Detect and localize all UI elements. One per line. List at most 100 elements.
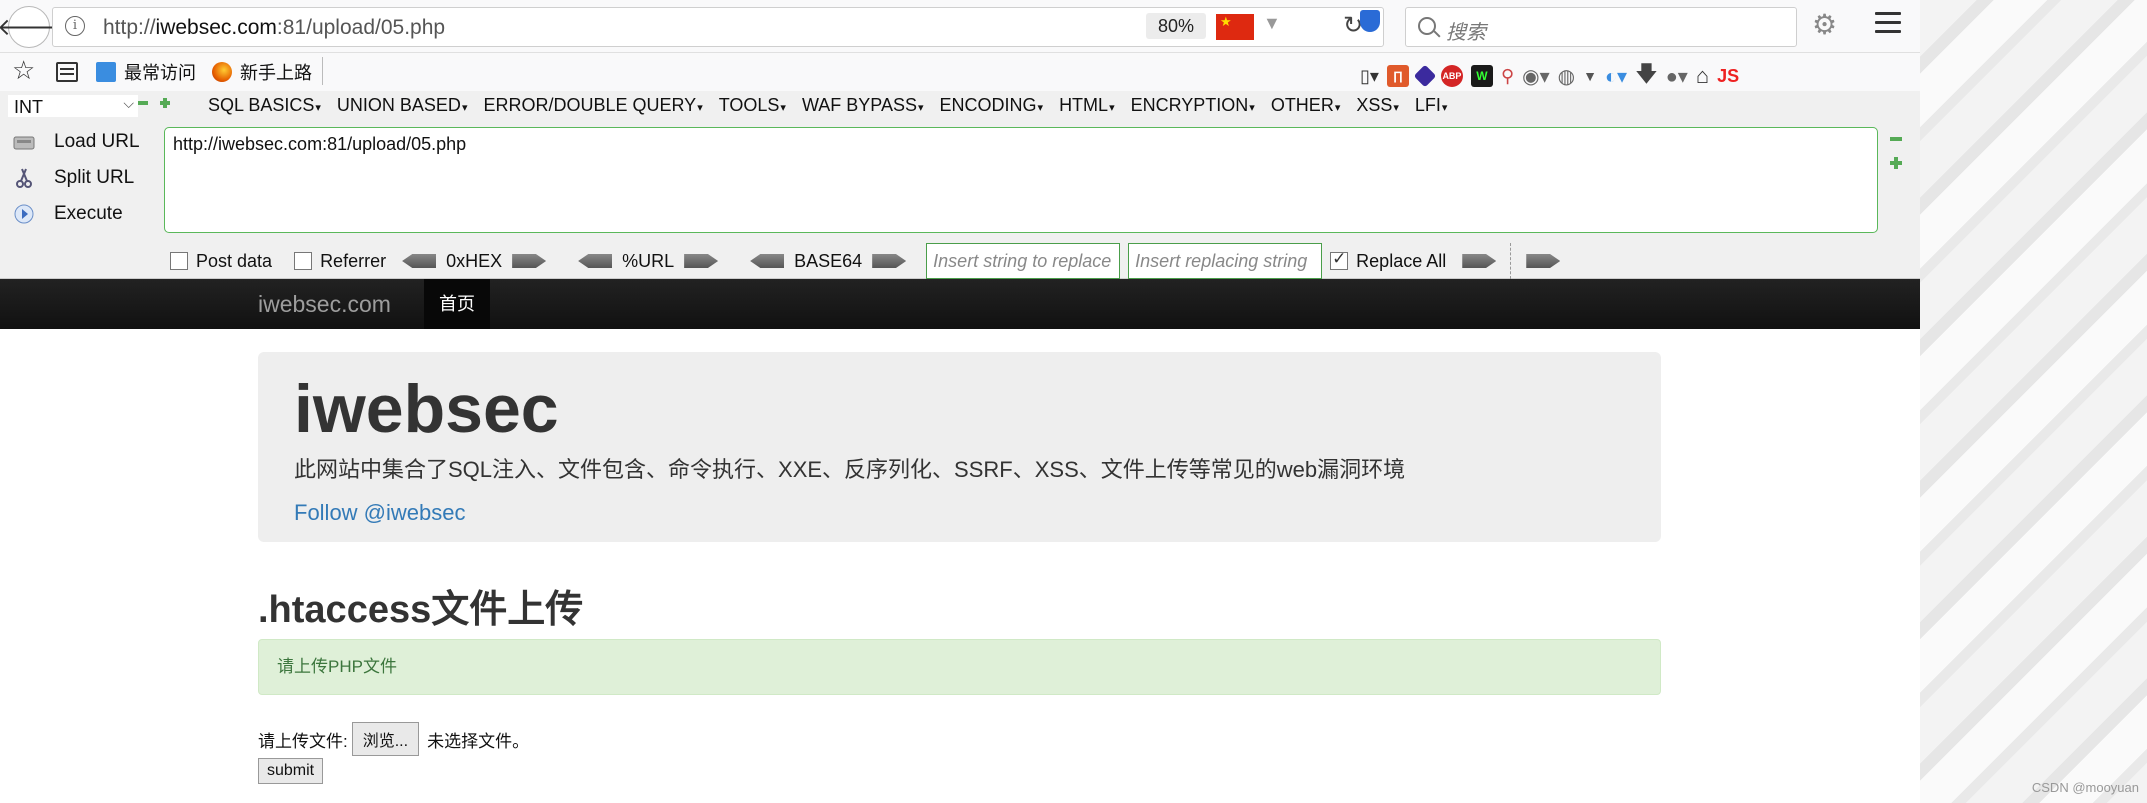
- browser-window: 🡐 i http://iwebsec.com:81/upload/05.php …: [0, 0, 1920, 803]
- type-select[interactable]: INT ⌵: [8, 95, 138, 117]
- download-icon[interactable]: 🡇: [1635, 57, 1658, 95]
- menu-xss[interactable]: XSS: [1356, 95, 1399, 116]
- menu-lfi[interactable]: LFI: [1415, 95, 1448, 116]
- split-url-button[interactable]: Split URL: [12, 167, 134, 189]
- referrer-label: Referrer: [320, 250, 387, 271]
- site-description: 此网站中集合了SQL注入、文件包含、命令执行、XXE、反序列化、SSRF、XSS…: [294, 457, 1406, 482]
- menu-encryption[interactable]: ENCRYPTION: [1131, 95, 1255, 116]
- screenshot-icon[interactable]: ▯▾: [1360, 66, 1379, 87]
- decorative-background: CSDN @mooyuan: [1920, 0, 2147, 803]
- hex-encode-arrow-icon[interactable]: [512, 254, 547, 268]
- menu-html[interactable]: HTML: [1059, 95, 1115, 116]
- hackbar-menus: SQL BASICS UNION BASED ERROR/DOUBLE QUER…: [208, 95, 1447, 116]
- dropdown-icon[interactable]: ▼: [1583, 68, 1597, 84]
- minus-icon[interactable]: [138, 101, 148, 105]
- search-icon: [1418, 17, 1436, 35]
- url-text[interactable]: http://iwebsec.com:81/upload/05.php: [103, 16, 445, 40]
- menu-other[interactable]: OTHER: [1271, 95, 1341, 116]
- load-url-icon: [13, 136, 35, 150]
- menu-sql-basics[interactable]: SQL BASICS: [208, 95, 321, 116]
- referrer-checkbox[interactable]: [294, 252, 313, 270]
- hackbar-extension-icon[interactable]: ∏: [1386, 65, 1409, 87]
- plus-icon[interactable]: [1890, 157, 1902, 169]
- magnifier-icon[interactable]: ⚲: [1501, 66, 1514, 87]
- menu-union-based[interactable]: UNION BASED: [337, 95, 468, 116]
- alert-box: 请上传PHP文件: [258, 639, 1661, 695]
- wappalyzer-icon[interactable]: W: [1470, 65, 1493, 87]
- proxy-icon[interactable]: ◐▾: [1605, 64, 1627, 89]
- user-agent-icon[interactable]: ●▾: [1666, 64, 1688, 89]
- replace-all-label: Replace All: [1356, 250, 1447, 271]
- nav-home[interactable]: 首页: [424, 279, 490, 329]
- plus-icon[interactable]: [160, 98, 170, 108]
- execute-button[interactable]: Execute: [12, 203, 123, 225]
- shield-extension-icon[interactable]: [1360, 10, 1380, 32]
- no-file-text: 未选择文件。: [427, 731, 530, 751]
- info-icon[interactable]: i: [65, 16, 85, 36]
- replace-all-checkbox[interactable]: [1330, 249, 1349, 270]
- menu-waf-bypass[interactable]: WAF BYPASS: [802, 95, 924, 116]
- load-url-button[interactable]: Load URL: [12, 131, 140, 153]
- replacing-string-input[interactable]: Insert replacing string: [1128, 243, 1323, 279]
- menu-error-double-query[interactable]: ERROR/DOUBLE QUERY: [483, 95, 702, 116]
- back-button[interactable]: 🡐: [0, 6, 61, 48]
- follow-link[interactable]: Follow @iwebsec: [294, 500, 466, 526]
- replace-arrow-icon[interactable]: [1462, 254, 1497, 268]
- javascript-toggle-icon[interactable]: JS: [1717, 66, 1739, 87]
- url-encode-arrow-icon[interactable]: [684, 254, 719, 268]
- scissors-icon: [16, 168, 32, 188]
- url-bar[interactable]: i http://iwebsec.com:81/upload/05.php 80…: [52, 7, 1384, 47]
- post-data-label: Post data: [196, 250, 273, 271]
- jumbotron: iwebsec 此网站中集合了SQL注入、文件包含、命令执行、XXE、反序列化、…: [258, 352, 1661, 542]
- bookmark-separator: [322, 57, 323, 85]
- bookmark-most-visited[interactable]: 最常访问: [96, 59, 196, 85]
- site-brand[interactable]: iwebsec.com: [258, 291, 391, 318]
- dropdown-arrow-icon[interactable]: ▼: [1263, 13, 1281, 34]
- navigation-toolbar: 🡐 i http://iwebsec.com:81/upload/05.php …: [0, 0, 1920, 53]
- zoom-level[interactable]: 80%: [1146, 13, 1206, 39]
- play-icon: [14, 204, 34, 224]
- hamburger-menu-icon[interactable]: [1875, 12, 1901, 39]
- firefox-icon: [212, 62, 232, 82]
- url-textarea[interactable]: http://iwebsec.com:81/upload/05.php: [164, 127, 1878, 233]
- submit-button[interactable]: submit: [258, 758, 324, 784]
- site-navbar: iwebsec.com 首页: [0, 279, 1920, 329]
- section-title: .htaccess文件上传: [258, 589, 584, 631]
- post-data-checkbox[interactable]: [170, 252, 188, 270]
- home-icon[interactable]: ⌂: [1696, 63, 1709, 89]
- site-title: iwebsec: [294, 371, 559, 447]
- menu-encoding[interactable]: ENCODING: [940, 95, 1044, 116]
- upload-row: 请上传文件: 浏览... 未选择文件。: [258, 722, 529, 756]
- star-icon[interactable]: ☆: [12, 55, 35, 86]
- watermark: CSDN @mooyuan: [2031, 780, 2139, 795]
- replace-string-input[interactable]: Insert string to replace: [926, 243, 1121, 279]
- bookmarks-toolbar: ☆ 最常访问 新手上路 ▯▾ ∏ ABP W ⚲ ◉▾ ◍ ▼ ◐▾ 🡇 ●▾ …: [0, 53, 1920, 91]
- search-bar[interactable]: 搜索: [1405, 7, 1797, 47]
- menu-tools[interactable]: TOOLS: [719, 95, 786, 116]
- base64-encode-arrow-icon[interactable]: [872, 254, 907, 268]
- adblock-icon[interactable]: ABP: [1440, 65, 1463, 87]
- minus-icon[interactable]: [1890, 137, 1902, 141]
- hackbar-panel: Load URL Split URL Execute http://iwebse…: [0, 121, 1920, 279]
- hex-label: 0xHEX: [446, 250, 503, 271]
- bookmark-getting-started[interactable]: 新手上路: [212, 59, 312, 85]
- upload-label: 请上传文件:: [258, 731, 348, 751]
- hex-decode-arrow-icon[interactable]: [402, 254, 437, 268]
- base64-label: BASE64: [794, 250, 863, 271]
- base64-decode-arrow-icon[interactable]: [750, 254, 785, 268]
- browse-button[interactable]: 浏览...: [351, 722, 420, 756]
- layers-extension-icon[interactable]: [1413, 64, 1437, 88]
- search-placeholder: 搜索: [1446, 22, 1486, 44]
- url-decode-arrow-icon[interactable]: [578, 254, 613, 268]
- gear-icon[interactable]: ⚙: [1812, 9, 1837, 41]
- reading-list-icon[interactable]: [56, 62, 78, 82]
- bookmark-folder-icon: [96, 62, 116, 82]
- replace-arrow-icon[interactable]: [1526, 254, 1561, 268]
- china-flag-icon[interactable]: [1216, 14, 1254, 40]
- hackbar-menu-bar: INT⌵ SQL BASICS UNION BASED ERROR/DOUBLE…: [0, 91, 1920, 121]
- globe-icon[interactable]: ◉▾: [1522, 64, 1550, 89]
- hackbar-options: Post data Referrer 0xHEX %URL BASE64 Ins…: [170, 243, 1570, 279]
- cookie-icon[interactable]: ◍: [1558, 64, 1575, 89]
- separator: [1510, 243, 1512, 279]
- extension-icons: ▯▾ ∏ ABP W ⚲ ◉▾ ◍ ▼ ◐▾ 🡇 ●▾ ⌂ JS: [1360, 57, 1739, 95]
